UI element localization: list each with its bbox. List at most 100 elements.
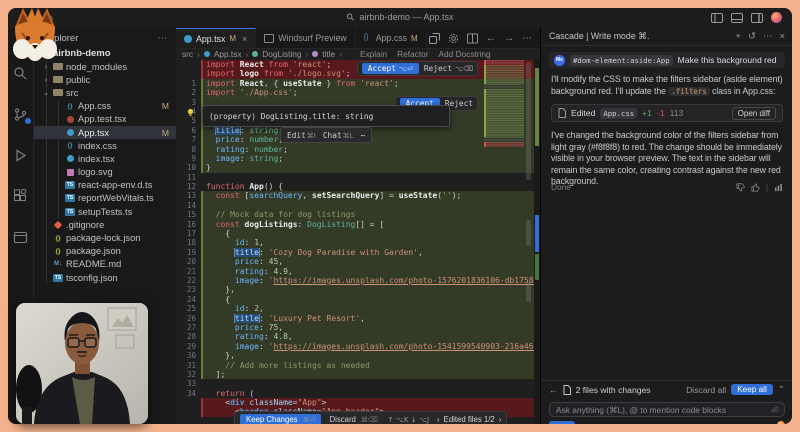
close-icon[interactable]: × xyxy=(242,34,247,44)
code-lens-add-docstring[interactable]: Add Docstring xyxy=(439,49,491,59)
ts-icon: TS xyxy=(65,194,75,202)
tree-item-README.md[interactable]: M↓README.md xyxy=(34,258,176,271)
new-chat-icon[interactable]: + xyxy=(735,31,741,42)
avatar: Me xyxy=(554,55,565,66)
token: : xyxy=(259,248,269,257)
keep-changes-button[interactable]: Keep Changes⌘⏎ xyxy=(240,414,321,424)
layout-sidebar-right-icon[interactable] xyxy=(751,13,763,23)
tab-App.tsx[interactable]: App.tsxM× xyxy=(176,28,256,48)
token: rating xyxy=(235,267,264,276)
file-label: index.tsx xyxy=(78,154,115,164)
token: ]; xyxy=(206,370,225,379)
tab-Windsurf Preview[interactable]: Windsurf Preview xyxy=(256,28,355,48)
reject-button[interactable]: Reject⌥⌫ xyxy=(424,64,473,73)
token xyxy=(206,145,216,154)
thumbs-down-icon[interactable] xyxy=(736,183,745,192)
split-editor-icon[interactable] xyxy=(467,33,478,44)
next-file-button[interactable]: › xyxy=(499,415,502,424)
source-control-icon[interactable] xyxy=(13,107,28,122)
token: , { xyxy=(264,79,283,88)
tab-App.css[interactable]: {}App.cssM xyxy=(356,28,427,48)
layout-panel-icon[interactable] xyxy=(731,13,743,23)
react-icon xyxy=(184,35,192,43)
token xyxy=(206,342,235,351)
token: () { xyxy=(264,182,283,191)
file-label: src xyxy=(66,88,78,98)
breadcrumb-App.tsx[interactable]: App.tsx xyxy=(214,49,242,59)
tree-item-App.test.tsx[interactable]: App.test.tsx xyxy=(34,113,176,126)
tree-item-reportWebVitals.ts[interactable]: TSreportWebVitals.ts xyxy=(34,192,176,205)
token: "App" xyxy=(298,398,322,407)
token: 'Cozy Dog Paradise with Garden' xyxy=(269,248,418,257)
debug-icon[interactable] xyxy=(13,148,28,163)
tree-item-App.tsx[interactable]: App.tsxM xyxy=(34,126,176,139)
minimap[interactable] xyxy=(484,60,524,418)
tree-item-.gitignore[interactable]: .gitignore xyxy=(34,218,176,231)
tree-item-logo.svg[interactable]: logo.svg xyxy=(34,166,176,179)
close-icon[interactable]: × xyxy=(779,31,785,42)
ts-icon: TS xyxy=(65,208,75,216)
thumbs-up-icon[interactable] xyxy=(751,183,760,192)
more-actions-icon[interactable]: ⋯ xyxy=(522,33,532,44)
tree-item-index.css[interactable]: {}index.css xyxy=(34,139,176,152)
breadcrumbs: src›App.tsx›DogListing›title› ExplainRef… xyxy=(176,48,540,60)
tree-item-public[interactable]: ›public xyxy=(34,73,176,86)
history-icon[interactable]: ↺ xyxy=(748,31,756,42)
collapse-chevron[interactable]: ⌃ xyxy=(778,384,785,395)
line-number: 13 xyxy=(176,191,201,200)
tree-item-package-lock.json[interactable]: {}package-lock.json xyxy=(34,231,176,244)
chevron-icon: › xyxy=(42,62,50,71)
chat-input[interactable]: Ask anything (⌘L), @ to mention code blo… xyxy=(549,402,785,417)
token: }, xyxy=(206,351,235,360)
dom-element-pill[interactable]: #dom-element:aside:App xyxy=(570,55,673,66)
account-gradient-icon[interactable] xyxy=(771,12,782,23)
mode-pill[interactable] xyxy=(549,421,575,424)
open-changes-icon[interactable] xyxy=(429,33,440,44)
breadcrumb-title[interactable]: title xyxy=(322,49,335,59)
tree-item-App.css[interactable]: {}App.cssM xyxy=(34,100,176,113)
keep-all-button[interactable]: Keep all xyxy=(731,384,773,395)
filters-class-pill[interactable]: .filters xyxy=(668,87,709,96)
extensions-icon[interactable] xyxy=(13,189,28,204)
fox-mascot-icon xyxy=(8,5,62,63)
edited-file-card[interactable]: Edited App.css +1 -1 113 Open diff xyxy=(551,104,783,122)
gear-icon[interactable] xyxy=(448,33,459,44)
discard-button[interactable]: Discard⌘⌫ xyxy=(329,415,377,424)
line-number: 34 xyxy=(176,389,201,398)
tree-item-setupTests.ts[interactable]: TSsetupTests.ts xyxy=(34,205,176,218)
mascot-sticker xyxy=(8,5,62,63)
token: : xyxy=(245,238,255,247)
more-icon[interactable]: ⋯ xyxy=(763,31,773,42)
editor-scrollbar[interactable] xyxy=(525,60,532,418)
open-diff-button[interactable]: Open diff xyxy=(732,107,776,120)
line-number: 8 xyxy=(176,145,201,154)
discard-all-button[interactable]: Discard all xyxy=(686,385,726,395)
prev-file-button[interactable]: ‹ xyxy=(437,415,440,424)
hover-action-edit[interactable]: Edit⌘I xyxy=(287,131,316,140)
lightbulb-icon[interactable] xyxy=(186,108,195,117)
token xyxy=(206,257,235,266)
tree-item-package.json[interactable]: {}package.json xyxy=(34,245,176,258)
breadcrumb-DogListing[interactable]: DogListing xyxy=(262,49,301,59)
token: searchQuery xyxy=(249,191,302,200)
breadcrumb-src[interactable]: src xyxy=(182,49,193,59)
tree-item-react-app-env.d.ts[interactable]: TSreact-app-env.d.ts xyxy=(34,179,176,192)
preview-icon[interactable] xyxy=(13,230,28,245)
tree-item-index.tsx[interactable]: index.tsx xyxy=(34,152,176,165)
code-lens-refactor[interactable]: Refactor xyxy=(397,49,428,59)
titlebar-actions xyxy=(711,12,782,23)
stats-icon[interactable] xyxy=(774,183,783,192)
diff-nav-shortcuts[interactable]: ↑ ⌥K ↓ ⌥J xyxy=(388,416,429,424)
explorer-more-icon[interactable]: ⋯ xyxy=(158,33,169,44)
code-lens-explain[interactable]: Explain xyxy=(360,49,387,59)
tree-item-tsconfig.json[interactable]: TStsconfig.json xyxy=(34,271,176,284)
hover-action-⋯[interactable]: ⋯ xyxy=(361,131,366,140)
accept-button[interactable]: Accept⌥⏎ xyxy=(362,63,419,74)
search-icon[interactable] xyxy=(13,66,28,81)
back-arrow-icon[interactable]: ← xyxy=(486,33,496,44)
back-arrow-icon[interactable]: ← xyxy=(549,385,558,395)
forward-arrow-icon[interactable]: → xyxy=(504,33,514,44)
layout-sidebar-left-icon[interactable] xyxy=(711,13,723,23)
tree-item-src[interactable]: ⌄src xyxy=(34,86,176,99)
hover-action-chat[interactable]: Chat⌘L xyxy=(323,131,354,140)
